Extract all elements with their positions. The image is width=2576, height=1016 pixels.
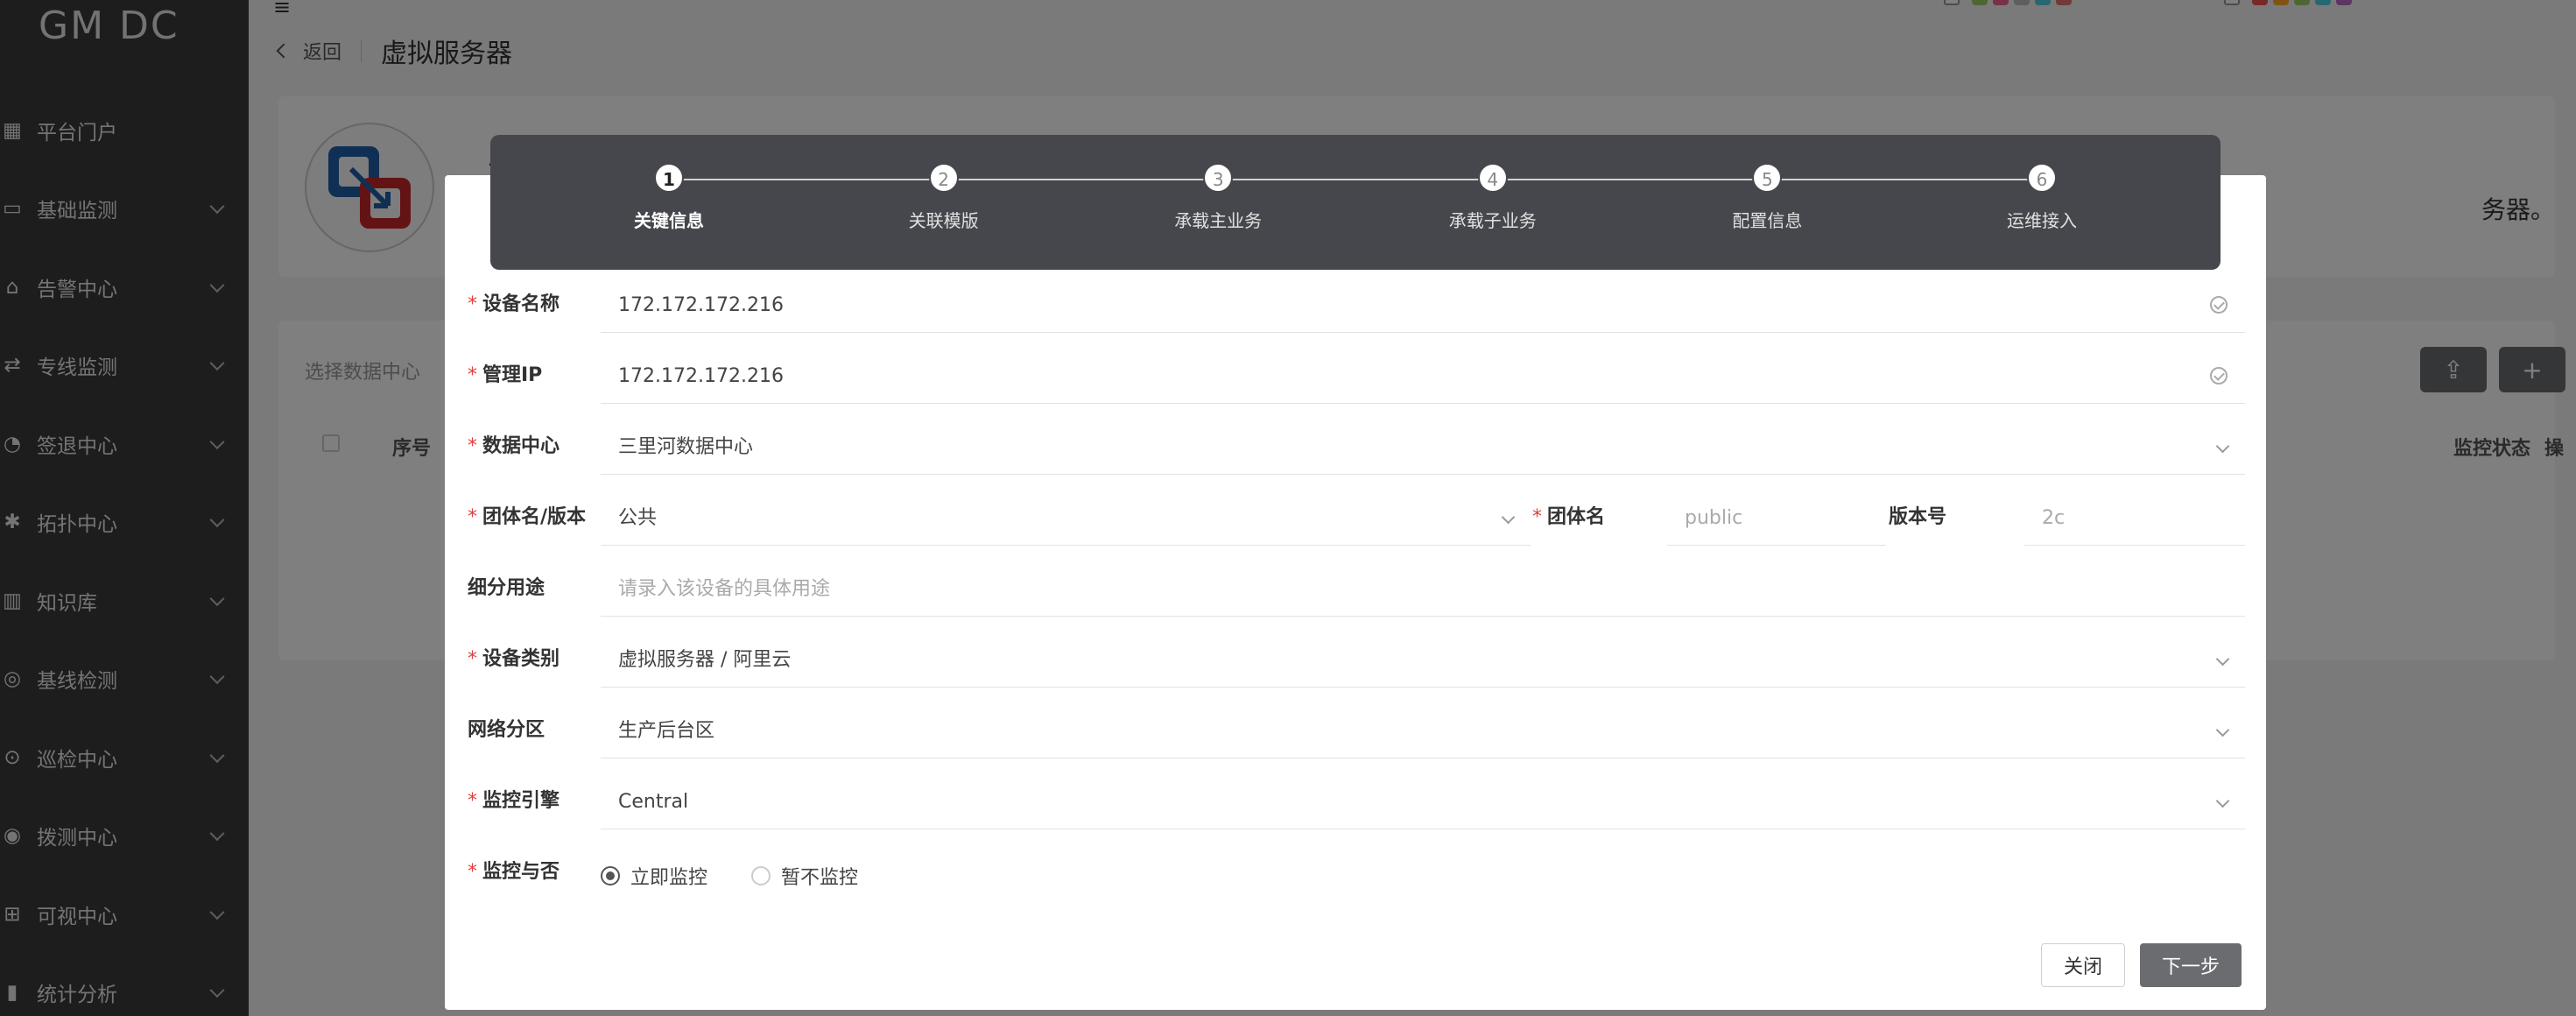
chevron-down-icon	[1501, 510, 1516, 525]
community-row: * 团体名/版本 公共 * 团体名 public 版本号 2c	[468, 488, 2245, 547]
next-step-button[interactable]: 下一步	[2140, 943, 2242, 987]
data-center-label: * 数据中心	[468, 435, 560, 457]
device-name-label: * 设备名称	[468, 293, 560, 315]
step-4[interactable]: 4 承载子业务	[1405, 163, 1580, 232]
community-select[interactable]: 公共	[601, 495, 1531, 546]
device-name-row: * 设备名称 172.172.172.216	[468, 275, 2245, 335]
step-number: 1	[654, 163, 684, 193]
chevron-down-icon	[2215, 652, 2230, 667]
chevron-down-icon	[2215, 794, 2230, 808]
step-3[interactable]: 3 承载主业务	[1130, 163, 1306, 232]
monitor-now-radio[interactable]: 立即监控	[601, 862, 707, 890]
step-5[interactable]: 5 配置信息	[1679, 163, 1855, 232]
step-2[interactable]: 2 关联模版	[856, 163, 1031, 232]
step-number: 4	[1477, 163, 1508, 193]
step-6[interactable]: 6 运维接入	[1954, 163, 2129, 232]
step-label: 承载子业务	[1448, 210, 1537, 231]
mgmt-ip-label: * 管理IP	[468, 364, 543, 386]
zone-label: 网络分区	[468, 719, 545, 741]
step-number: 3	[1203, 163, 1234, 193]
engine-row: * 监控引擎 Central	[468, 772, 2245, 831]
step-number: 2	[928, 163, 959, 193]
data-center-row: * 数据中心 三里河数据中心	[468, 417, 2245, 476]
monitor-label: * 监控与否	[468, 861, 560, 883]
category-row: * 设备类别 虚拟服务器 / 阿里云	[468, 630, 2245, 689]
usage-row: 细分用途 请录入该设备的具体用途	[468, 559, 2245, 618]
step-label: 关键信息	[634, 210, 704, 231]
category-label: * 设备类别	[468, 648, 560, 670]
step-label: 承载主业务	[1174, 210, 1263, 231]
chevron-down-icon	[2215, 439, 2230, 454]
step-label: 配置信息	[1732, 210, 1803, 231]
monitor-later-radio[interactable]: 暂不监控	[751, 862, 858, 890]
community-label: * 团体名/版本	[468, 506, 587, 528]
community-name-label: * 团体名	[1532, 506, 1606, 528]
device-name-input[interactable]: 172.172.172.216	[601, 282, 2245, 333]
step-progress-bar: 1 关键信息 2 关联模版 3 承载主业务 4 承载子业务 5 配置信息 6 运维接入	[490, 135, 2221, 270]
step-number: 5	[1752, 163, 1783, 193]
data-center-select[interactable]: 三里河数据中心	[601, 424, 2245, 475]
radio-checked-icon	[601, 866, 620, 885]
step-label: 关联模版	[908, 210, 979, 231]
chevron-down-icon	[2215, 723, 2230, 737]
zone-select[interactable]: 生产后台区	[601, 708, 2245, 758]
version-input[interactable]: 2c	[2024, 495, 2245, 546]
engine-label: * 监控引擎	[468, 790, 560, 812]
step-label: 运维接入	[2007, 210, 2077, 231]
step-number: 6	[2027, 163, 2057, 193]
usage-label: 细分用途	[468, 577, 545, 599]
valid-check-icon	[2210, 367, 2228, 385]
close-button[interactable]: 关闭	[2041, 943, 2125, 987]
valid-check-icon	[2210, 296, 2228, 314]
category-select[interactable]: 虚拟服务器 / 阿里云	[601, 637, 2245, 688]
community-name-input[interactable]: public	[1667, 495, 1886, 546]
zone-row: 网络分区 生产后台区	[468, 701, 2245, 760]
mgmt-ip-row: * 管理IP 172.172.172.216	[468, 346, 2245, 406]
usage-input[interactable]: 请录入该设备的具体用途	[601, 566, 2245, 617]
radio-unchecked-icon	[751, 866, 771, 885]
engine-select[interactable]: Central	[601, 779, 2245, 829]
version-label: 版本号	[1889, 506, 1947, 528]
monitor-row: * 监控与否 立即监控 暂不监控	[468, 843, 2245, 902]
mgmt-ip-input[interactable]: 172.172.172.216	[601, 353, 2245, 404]
step-1[interactable]: 1 关键信息	[581, 163, 757, 232]
